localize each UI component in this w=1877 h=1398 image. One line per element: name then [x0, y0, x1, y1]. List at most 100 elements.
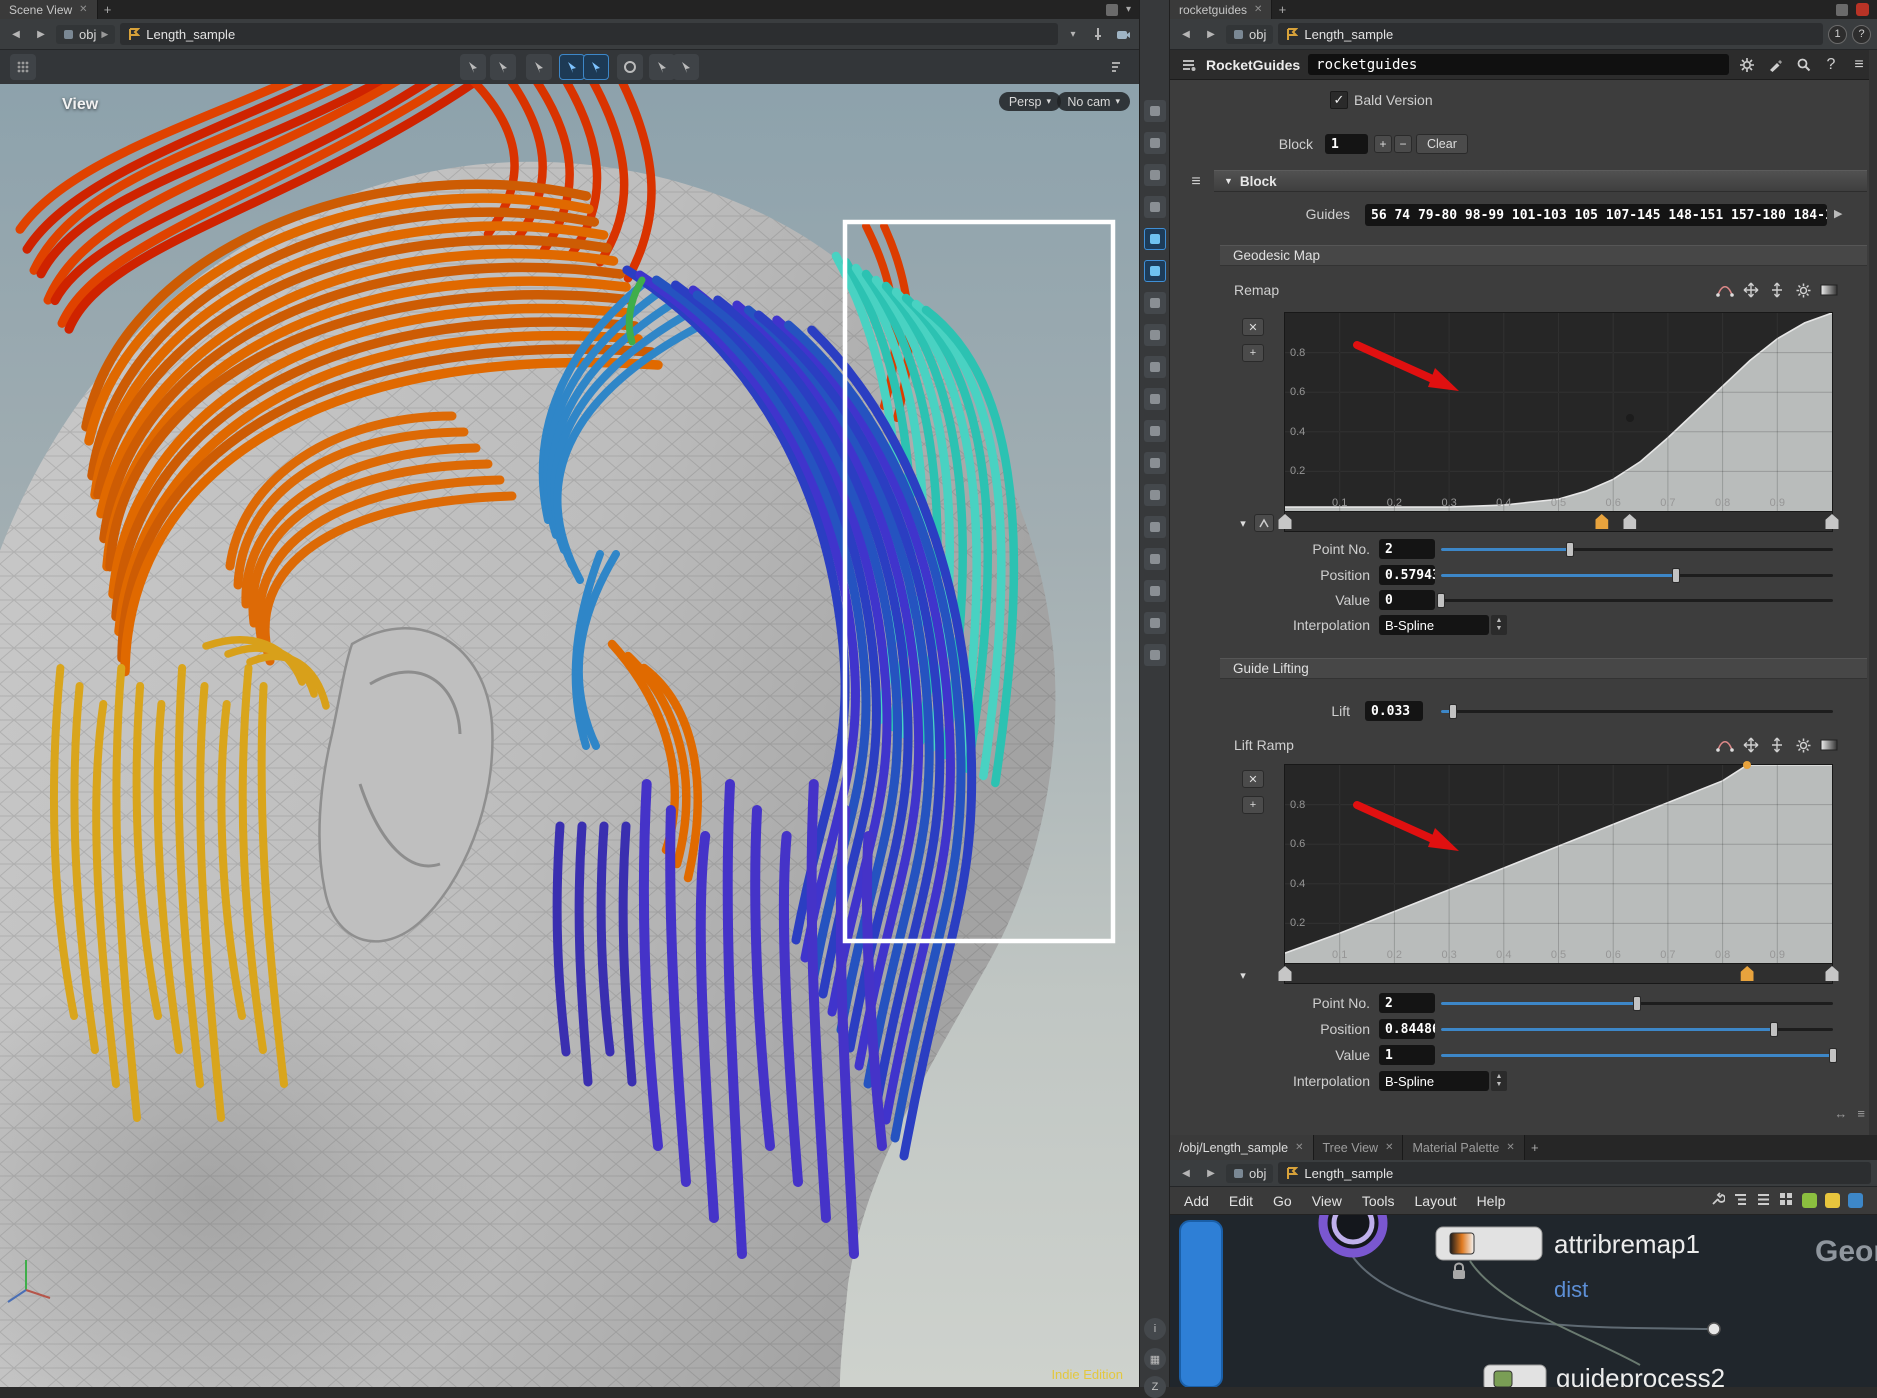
ramp-point-handle[interactable]	[1595, 514, 1608, 529]
grid-handle-icon[interactable]	[10, 54, 36, 80]
block-section-header[interactable]: ▼ Block	[1214, 170, 1867, 192]
ramp-collapse-icon[interactable]: ▾	[1234, 966, 1252, 984]
tab-rocketguides[interactable]: rocketguides ✕	[1170, 0, 1272, 19]
display-tool-icon[interactable]	[1144, 420, 1166, 442]
ramp-point-handle[interactable]	[1826, 514, 1839, 529]
wrench-icon[interactable]	[1710, 1192, 1725, 1210]
viewport-tool-icon[interactable]	[559, 54, 585, 80]
display-tool-icon[interactable]	[1144, 164, 1166, 186]
remap-value-field[interactable]: 0	[1379, 590, 1435, 610]
display-tool-icon[interactable]	[1144, 324, 1166, 346]
menu-layout[interactable]: Layout	[1415, 1193, 1457, 1209]
clear-button[interactable]: Clear	[1416, 134, 1468, 154]
pane-layout-icon[interactable]	[1106, 4, 1118, 16]
camera-icon[interactable]	[1113, 24, 1133, 44]
lift-slider[interactable]	[1441, 701, 1833, 721]
forward-button[interactable]: ▶	[1201, 24, 1221, 44]
display-tool-icon[interactable]	[1144, 260, 1166, 282]
menu-edit[interactable]: Edit	[1229, 1193, 1253, 1209]
display-tool-icon[interactable]	[1144, 228, 1166, 250]
liftramp-value-field[interactable]: 1	[1379, 1045, 1435, 1065]
gear-icon[interactable]	[1793, 280, 1813, 300]
search-icon[interactable]	[1793, 55, 1813, 75]
close-icon[interactable]: ✕	[1385, 1142, 1393, 1153]
pane-layout-icon[interactable]	[1836, 4, 1848, 16]
display-tool-icon[interactable]	[1144, 292, 1166, 314]
viewport-tool-icon[interactable]	[490, 54, 516, 80]
tree-list-icon[interactable]	[1733, 1192, 1748, 1210]
gradient-icon[interactable]	[1819, 280, 1839, 300]
close-icon[interactable]: ✕	[1254, 4, 1262, 15]
ramp-add-button[interactable]: +	[1242, 796, 1264, 814]
liftramp-point-slider[interactable]	[1441, 993, 1833, 1013]
ramp-point-handle[interactable]	[1741, 966, 1754, 981]
block-decrement-button[interactable]: −	[1394, 135, 1412, 153]
grid-view-icon[interactable]	[1779, 1192, 1794, 1210]
node-info-icon[interactable]	[1178, 55, 1198, 75]
node-flag-column[interactable]	[1180, 1221, 1222, 1387]
guideprocess-node[interactable]	[1484, 1365, 1546, 1387]
path-dropdown-icon[interactable]: ▾	[1063, 24, 1083, 44]
strip-bottom-icon[interactable]: ▦	[1144, 1348, 1166, 1370]
display-tool-icon[interactable]	[1144, 484, 1166, 506]
remap-value-slider[interactable]	[1441, 590, 1833, 610]
display-tool-icon[interactable]	[1144, 644, 1166, 666]
node-path-field[interactable]: Length_sample	[1278, 1162, 1871, 1184]
export-icon[interactable]	[1802, 1193, 1817, 1208]
remap-ramp-chart[interactable]: 0.10.20.30.40.50.60.70.80.90.80.60.40.2	[1284, 312, 1833, 512]
remap-position-field[interactable]: 0.579439	[1379, 565, 1435, 585]
move-vertical-icon[interactable]	[1767, 280, 1787, 300]
remap-point-field[interactable]: 2	[1379, 539, 1435, 559]
resize-icon[interactable]: ↔	[1834, 1106, 1847, 1121]
breadcrumb-obj[interactable]: obj	[1226, 25, 1273, 44]
remap-position-slider[interactable]	[1441, 565, 1833, 585]
ramp-delete-button[interactable]: ✕	[1242, 318, 1264, 336]
ramp-point-dot[interactable]	[1743, 761, 1751, 769]
sort-icon[interactable]	[1103, 54, 1129, 80]
node-label-attribremap[interactable]: attribremap1	[1554, 1229, 1700, 1260]
ramp-point-handle[interactable]	[1826, 966, 1839, 981]
gradient-icon[interactable]	[1819, 735, 1839, 755]
breadcrumb-obj[interactable]: obj ▶	[56, 25, 115, 44]
remap-ramp-handles[interactable]	[1284, 512, 1833, 532]
bald-version-checkbox[interactable]: ✓	[1330, 91, 1348, 109]
brush-icon[interactable]	[1765, 55, 1785, 75]
chevron-down-icon[interactable]: ▾	[1126, 4, 1131, 15]
liftramp-position-field[interactable]: 0.84486	[1379, 1019, 1435, 1039]
lift-ramp-chart[interactable]: 0.10.20.30.40.50.60.70.80.90.80.60.40.2	[1284, 764, 1833, 964]
curve-edit-icon[interactable]	[1715, 735, 1735, 755]
display-tool-icon[interactable]	[1144, 548, 1166, 570]
curve-edit-icon[interactable]	[1715, 280, 1735, 300]
ramp-point-dot[interactable]	[1626, 414, 1634, 422]
guide-lifting-header[interactable]: Guide Lifting	[1220, 658, 1867, 679]
back-button[interactable]: ◀	[1176, 24, 1196, 44]
pane-resize-controls[interactable]: ↔ ≡	[1834, 1106, 1865, 1121]
add-tab-button[interactable]: +	[1525, 1135, 1545, 1160]
geodesic-map-header[interactable]: Geodesic Map	[1220, 245, 1867, 266]
close-icon[interactable]: ✕	[79, 4, 87, 15]
menu-add[interactable]: Add	[1184, 1193, 1209, 1209]
menu-view[interactable]: View	[1312, 1193, 1342, 1209]
tab-material-palette[interactable]: Material Palette ✕	[1403, 1135, 1524, 1160]
move-all-icon[interactable]	[1741, 280, 1761, 300]
record-icon[interactable]	[1856, 3, 1869, 16]
move-all-icon[interactable]	[1741, 735, 1761, 755]
help-icon[interactable]: ?	[1821, 55, 1841, 75]
display-tool-icon[interactable]	[1144, 356, 1166, 378]
tab-scene-view[interactable]: Scene View ✕	[0, 0, 98, 19]
add-tab-button[interactable]: +	[1272, 0, 1292, 19]
input-count-badge[interactable]: 1	[1828, 25, 1847, 44]
back-button[interactable]: ◀	[1176, 1163, 1196, 1183]
display-tool-icon[interactable]	[1144, 580, 1166, 602]
display-tool-icon[interactable]	[1144, 516, 1166, 538]
network-canvas[interactable]: attribremap1 dist guideprocess2 Geom	[1170, 1215, 1877, 1387]
remap-point-slider[interactable]	[1441, 539, 1833, 559]
block-field[interactable]: 1	[1325, 134, 1368, 154]
block-increment-button[interactable]: +	[1374, 135, 1392, 153]
move-vertical-icon[interactable]	[1767, 735, 1787, 755]
forward-button[interactable]: ▶	[1201, 1163, 1221, 1183]
viewport-tool-icon[interactable]	[649, 54, 675, 80]
close-icon[interactable]: ✕	[1295, 1142, 1303, 1153]
tab-tree-view[interactable]: Tree View ✕	[1314, 1135, 1404, 1160]
params-scroll-strip[interactable]	[1869, 50, 1877, 1135]
